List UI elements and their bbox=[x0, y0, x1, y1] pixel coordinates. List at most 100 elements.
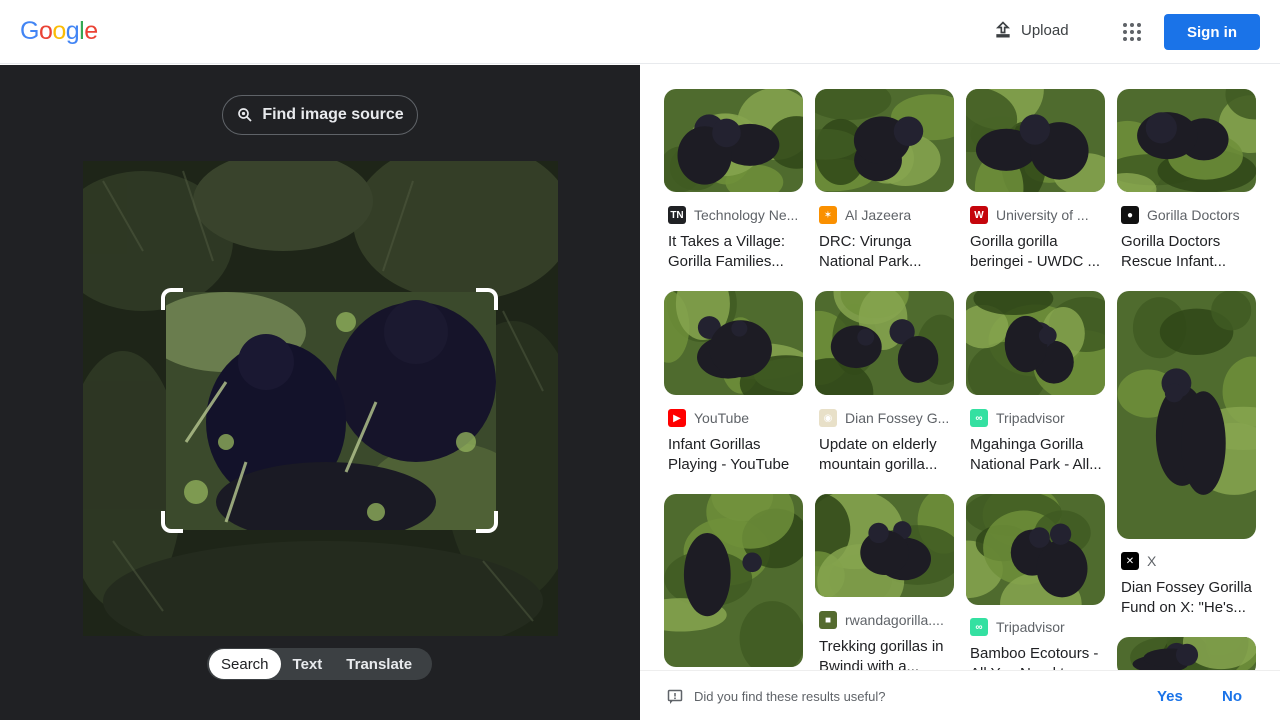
result-title-line: Bamboo Ecotours - bbox=[970, 645, 1099, 662]
result-title-line: Trekking gorillas in bbox=[819, 638, 944, 655]
header: Google Upload Sign in bbox=[0, 0, 1280, 64]
sign-in-button[interactable]: Sign in bbox=[1164, 14, 1260, 50]
lens-panel: Find image source Search Text Translate bbox=[0, 65, 640, 720]
result-thumbnail[interactable] bbox=[1117, 89, 1256, 192]
result-title-line: It Takes a Village: bbox=[668, 233, 786, 250]
source-favicon-icon: ■ bbox=[819, 611, 837, 629]
result-title[interactable]: Gorilla Doctors Rescue Infant... bbox=[1121, 232, 1255, 272]
result-title-line: Dian Fossey Gorilla bbox=[1121, 579, 1252, 596]
result-title-line: Bwindi with a... bbox=[819, 658, 920, 670]
result-title-line: Update on elderly bbox=[819, 436, 937, 453]
result-title[interactable]: Bamboo Ecotours -All You Need to... bbox=[970, 644, 1104, 670]
result-source-name: Tripadvisor bbox=[996, 619, 1065, 635]
result-title-line: mountain gorilla... bbox=[819, 456, 938, 473]
result-title-line: DRC: Virunga bbox=[819, 233, 912, 250]
result-source[interactable]: ● Gorilla Doctors bbox=[1121, 206, 1257, 224]
result-thumbnail[interactable] bbox=[815, 494, 954, 597]
find-image-source-button[interactable]: Find image source bbox=[222, 95, 418, 135]
source-favicon-icon: W bbox=[970, 206, 988, 224]
result-thumbnail[interactable] bbox=[664, 89, 803, 192]
result-source[interactable]: TN Technology Ne... bbox=[668, 206, 804, 224]
result-source[interactable]: ✶ Al Jazeera bbox=[819, 206, 955, 224]
logo-letter: o bbox=[52, 17, 66, 45]
result-thumbnail[interactable] bbox=[966, 291, 1105, 395]
result-source-name: Gorilla Doctors bbox=[1147, 207, 1240, 223]
result-title-line: Mgahinga Gorilla bbox=[970, 436, 1084, 453]
source-favicon-icon: TN bbox=[668, 206, 686, 224]
result-source[interactable]: ◉ Dian Fossey G... bbox=[819, 409, 955, 427]
crop-region[interactable] bbox=[166, 292, 496, 530]
mode-tab-text[interactable]: Text bbox=[281, 649, 335, 679]
result-thumbnail[interactable] bbox=[664, 291, 803, 395]
crop-handle-bottom-right[interactable] bbox=[476, 511, 498, 533]
result-source[interactable]: ▶ YouTube bbox=[668, 409, 804, 427]
source-favicon-icon: ✕ bbox=[1121, 552, 1139, 570]
result-title-line: Gorilla Doctors bbox=[1121, 233, 1221, 250]
query-image[interactable] bbox=[83, 161, 558, 636]
result-title[interactable]: Mgahinga Gorilla National Park - All... bbox=[970, 435, 1104, 475]
result-thumbnail[interactable] bbox=[815, 291, 954, 395]
result-source-name: Tripadvisor bbox=[996, 410, 1065, 426]
result-thumbnail[interactable] bbox=[966, 494, 1105, 605]
logo-letter: g bbox=[65, 17, 80, 45]
google-logo[interactable]: Google bbox=[20, 17, 98, 46]
result-title[interactable]: DRC: Virunga National Park... bbox=[819, 232, 953, 272]
result-title-line: National Park... bbox=[819, 253, 922, 270]
result-title[interactable]: Gorilla gorilla beringei - UWDC ... bbox=[970, 232, 1104, 272]
result-title[interactable]: Infant Gorillas Playing - YouTube bbox=[668, 435, 802, 475]
source-favicon-icon: ✶ bbox=[819, 206, 837, 224]
feedback-icon bbox=[667, 689, 683, 704]
result-thumbnail[interactable] bbox=[1117, 291, 1256, 539]
result-title-line: beringei - UWDC ... bbox=[970, 253, 1101, 270]
source-favicon-icon: ● bbox=[1121, 206, 1139, 224]
feedback-yes-button[interactable]: Yes bbox=[1157, 688, 1183, 705]
result-source[interactable]: ∞ Tripadvisor bbox=[970, 409, 1106, 427]
result-title[interactable]: Dian Fossey Gorilla Fund on X: "He's... bbox=[1121, 578, 1255, 618]
result-source-name: University of ... bbox=[996, 207, 1089, 223]
feedback-question: Did you find these results useful? bbox=[694, 689, 886, 704]
result-source-name: YouTube bbox=[694, 410, 750, 426]
visual-matches: TN Technology Ne... It Takes a Village: Gor… bbox=[640, 65, 1280, 670]
result-title-line: Gorilla gorilla bbox=[970, 233, 1058, 250]
upload-icon bbox=[995, 21, 1011, 38]
source-favicon-icon: ▶ bbox=[668, 409, 686, 427]
source-favicon-icon: ∞ bbox=[970, 409, 988, 427]
result-title-line: Fund on X: "He's... bbox=[1121, 599, 1246, 616]
result-title-line: National Park - All... bbox=[970, 456, 1102, 473]
source-favicon-icon: ∞ bbox=[970, 618, 988, 636]
result-source-name: X bbox=[1147, 553, 1157, 569]
result-title[interactable]: Update on elderly mountain gorilla... bbox=[819, 435, 953, 475]
result-thumbnail[interactable] bbox=[815, 89, 954, 192]
result-source[interactable]: W University of ... bbox=[970, 206, 1106, 224]
crop-handle-top-right[interactable] bbox=[476, 288, 498, 310]
result-thumbnail[interactable] bbox=[1117, 637, 1256, 670]
result-source-name: Dian Fossey G... bbox=[845, 410, 950, 426]
lens-mode-switch: Search Text Translate bbox=[207, 648, 432, 680]
result-title-line: Gorilla Families... bbox=[668, 253, 784, 270]
result-source[interactable]: ■ rwandagorilla.... bbox=[819, 611, 955, 629]
upload-button[interactable]: Upload bbox=[993, 20, 1069, 40]
mode-tab-translate[interactable]: Translate bbox=[334, 649, 424, 679]
result-title-line: Rescue Infant... bbox=[1121, 253, 1227, 270]
crop-handle-top-left[interactable] bbox=[161, 288, 183, 310]
apps-grid-icon[interactable] bbox=[1122, 22, 1142, 42]
result-thumbnail[interactable] bbox=[966, 89, 1105, 192]
result-thumbnail[interactable] bbox=[664, 494, 803, 667]
result-source-name: rwandagorilla.... bbox=[845, 612, 944, 628]
result-title-line: Infant Gorillas bbox=[668, 436, 761, 453]
logo-letter: e bbox=[84, 17, 98, 45]
result-title-line: Playing - YouTube bbox=[668, 456, 790, 473]
crop-handle-bottom-left[interactable] bbox=[161, 511, 183, 533]
mode-tab-search[interactable]: Search bbox=[209, 649, 281, 679]
logo-letter: o bbox=[38, 17, 53, 45]
result-source[interactable]: ∞ Tripadvisor bbox=[970, 618, 1106, 636]
feedback-no-button[interactable]: No bbox=[1222, 688, 1242, 705]
result-title[interactable]: It Takes a Village: Gorilla Families... bbox=[668, 232, 802, 272]
lens-search-icon bbox=[238, 108, 252, 122]
result-source-name: Al Jazeera bbox=[845, 207, 912, 223]
result-title[interactable]: Trekking gorillas in Bwindi with a... bbox=[819, 637, 953, 670]
source-favicon-icon: ◉ bbox=[819, 409, 837, 427]
result-source[interactable]: ✕ X bbox=[1121, 552, 1257, 570]
feedback-bar: Did you find these results useful? Yes N… bbox=[640, 670, 1280, 720]
logo-letter: G bbox=[20, 17, 39, 45]
